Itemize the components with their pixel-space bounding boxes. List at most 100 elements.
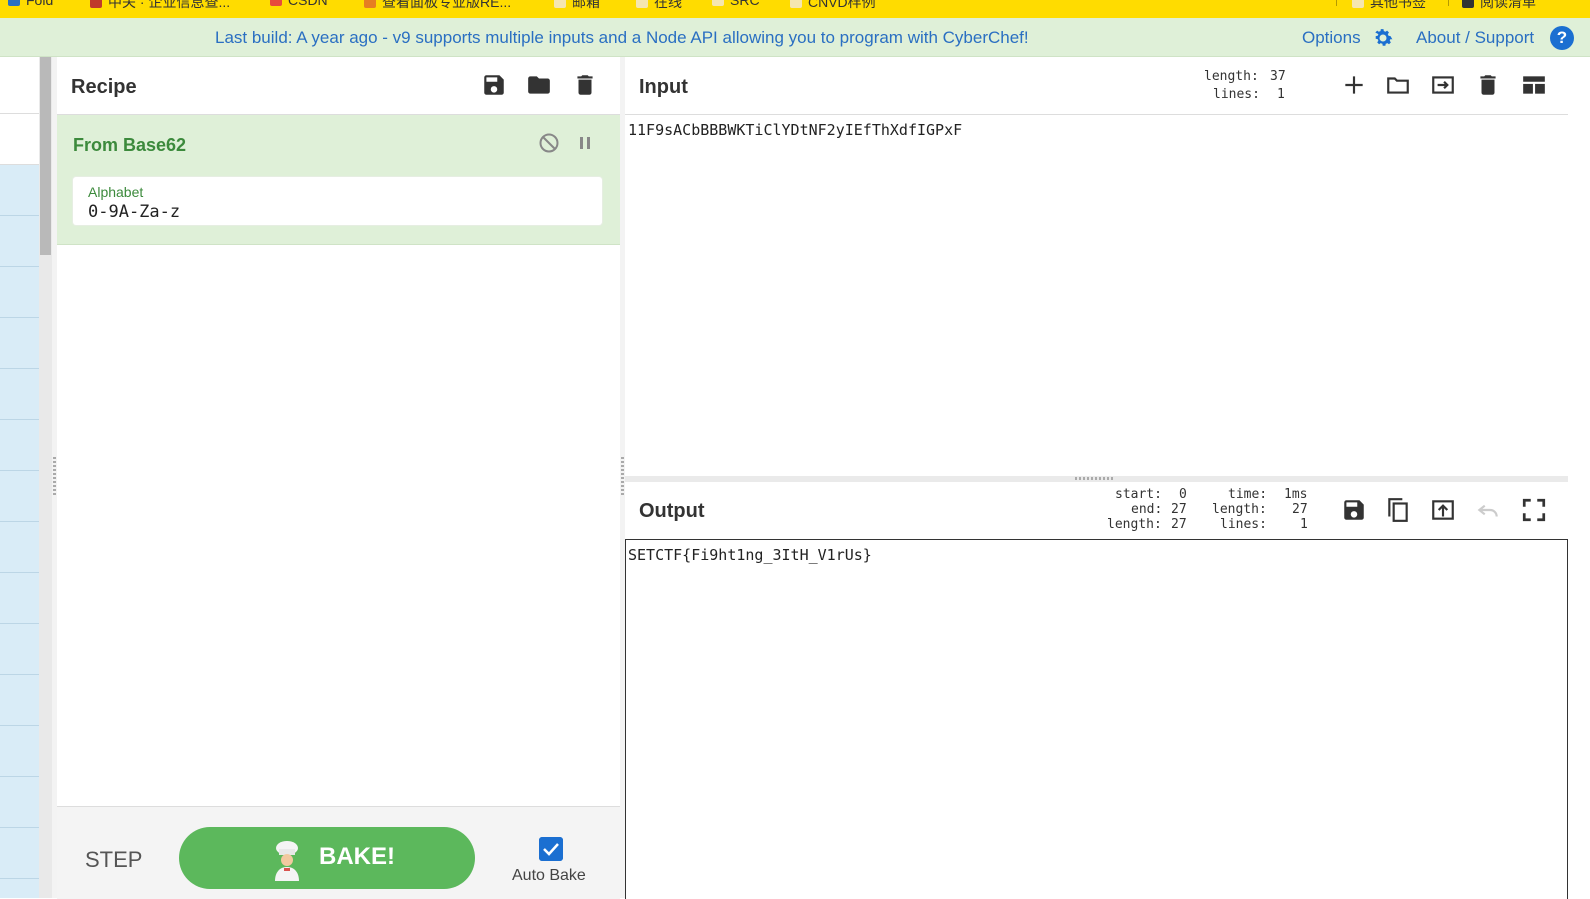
- bake-label: BAKE!: [319, 843, 395, 870]
- operations-scrollbar-thumb[interactable]: [40, 57, 51, 255]
- open-folder-icon[interactable]: [1385, 72, 1411, 98]
- operations-list[interactable]: [0, 165, 39, 898]
- output-end-label: end:: [1131, 502, 1163, 517]
- list-divider: [0, 419, 39, 420]
- clear-input-trash-icon[interactable]: [1475, 72, 1501, 98]
- drag-handle[interactable]: [621, 457, 624, 497]
- list-divider: [0, 215, 39, 216]
- bookmark-item[interactable]: 查看面板专业版RE...: [364, 0, 511, 12]
- copy-output-icon[interactable]: [1385, 497, 1411, 523]
- output-lines-label: lines:: [1220, 517, 1267, 532]
- reset-layout-icon[interactable]: [1521, 72, 1547, 98]
- bookmark-label: 邮箱: [572, 0, 600, 10]
- add-input-tab-plus-icon[interactable]: [1341, 72, 1367, 98]
- input-length-value: 37: [1270, 69, 1286, 84]
- node-api-link[interactable]: Node API: [646, 28, 718, 47]
- bookmark-item[interactable]: 在线: [636, 0, 682, 12]
- open-file-icon[interactable]: [1430, 72, 1456, 98]
- alphabet-input[interactable]: 0-9A-Za-z: [88, 202, 180, 222]
- bookmark-label: 其他书签: [1370, 0, 1426, 10]
- banner-text: Last build: A year ago - v9 supports mul…: [215, 28, 646, 47]
- clear-recipe-trash-icon[interactable]: [572, 72, 598, 98]
- input-panel: Input length: 37 lines: 1 11F9sACbBBBWKT…: [625, 57, 1568, 476]
- input-textarea[interactable]: 11F9sACbBBBWKTiClYDtNF2yIEfThXdfIGPxF: [628, 121, 962, 139]
- list-divider: [0, 725, 39, 726]
- window-edge: [1568, 57, 1590, 898]
- about-support-link[interactable]: About / Support: [1416, 28, 1534, 48]
- replace-input-with-output-icon[interactable]: [1430, 497, 1456, 523]
- save-output-icon[interactable]: [1341, 497, 1367, 523]
- bookmark-label: 中关 · 企业信息查...: [108, 0, 231, 10]
- drag-handle[interactable]: [53, 457, 56, 497]
- bookmark-item[interactable]: 其他书签: [1352, 0, 1426, 12]
- banner-text: allowing you to program with CyberChef!: [717, 28, 1029, 47]
- bookmark-icon: [90, 0, 102, 8]
- folder-icon: [712, 0, 724, 6]
- input-length-label: length:: [1204, 69, 1259, 84]
- output-start-value: 0: [1179, 487, 1187, 502]
- undo-icon[interactable]: [1475, 497, 1501, 523]
- recipe-title: Recipe: [71, 76, 137, 98]
- operation-name: From Base62: [73, 135, 187, 155]
- save-recipe-icon[interactable]: [481, 72, 507, 98]
- output-time-value: 1ms: [1284, 487, 1308, 502]
- recipe-operation[interactable]: From Base62 Alphabet 0-9A-Za-z: [57, 115, 620, 245]
- list-divider: [0, 470, 39, 471]
- notice-banner: Last build: A year ago - v9 supports mul…: [0, 18, 1590, 57]
- chef-icon: [275, 841, 299, 881]
- bookmark-item[interactable]: 中关 · 企业信息查...: [90, 0, 230, 12]
- operations-header: [0, 57, 39, 114]
- list-divider: [0, 827, 39, 828]
- output-textarea[interactable]: SETCTF{Fi9ht1ng_3ItH_V1rUs}: [625, 539, 1568, 899]
- alphabet-label: Alphabet: [88, 184, 144, 200]
- bookmarks-bar: Fold 中关 · 企业信息查... CSDN 查看面板专业版RE... 邮箱 …: [0, 0, 1590, 18]
- operations-search[interactable]: [0, 114, 39, 165]
- help-icon[interactable]: ?: [1550, 26, 1574, 50]
- output-start-label: start:: [1115, 487, 1162, 502]
- disable-icon[interactable]: [537, 131, 561, 155]
- list-divider: [0, 878, 39, 879]
- options-link[interactable]: Options: [1302, 28, 1361, 48]
- folder-icon: [554, 0, 566, 8]
- output-selection-length-label: length:: [1107, 517, 1162, 532]
- bookmark-label: 阅读清单: [1480, 0, 1536, 10]
- output-end-value: 27: [1171, 502, 1187, 517]
- output-selection-length-value: 27: [1171, 517, 1187, 532]
- bookmark-item[interactable]: 阅读清单: [1462, 0, 1536, 12]
- bookmark-label: CSDN: [288, 0, 328, 8]
- breakpoint-pause-icon[interactable]: [575, 133, 595, 153]
- bookmark-item[interactable]: CNVD样例: [790, 0, 876, 12]
- list-divider: [0, 674, 39, 675]
- bookmark-label: CNVD样例: [808, 0, 876, 10]
- bookmark-item[interactable]: 邮箱: [554, 0, 600, 12]
- drag-handle[interactable]: [1075, 477, 1115, 480]
- auto-bake-checkbox[interactable]: [539, 837, 563, 861]
- alphabet-field[interactable]: Alphabet 0-9A-Za-z: [73, 177, 602, 225]
- folder-icon: [790, 0, 802, 8]
- list-divider: [0, 368, 39, 369]
- list-divider: [0, 317, 39, 318]
- bookmark-item[interactable]: CSDN: [270, 0, 328, 8]
- list-divider: [0, 623, 39, 624]
- step-button[interactable]: STEP: [85, 847, 142, 873]
- output-length-label: length:: [1212, 502, 1267, 517]
- output-length-value: 27: [1292, 502, 1308, 517]
- load-recipe-folder-icon[interactable]: [526, 72, 552, 98]
- bookmark-item[interactable]: SRC: [712, 0, 760, 8]
- bookmark-item[interactable]: Fold: [8, 0, 53, 8]
- auto-bake-label: Auto Bake: [512, 867, 586, 884]
- list-divider: [0, 776, 39, 777]
- maximise-output-icon[interactable]: [1521, 497, 1547, 523]
- operations-panel: [0, 57, 39, 898]
- bookmark-icon: [270, 0, 282, 6]
- bookmark-label: SRC: [730, 0, 760, 8]
- gear-icon[interactable]: [1371, 26, 1395, 50]
- output-lines-value: 1: [1300, 517, 1308, 532]
- bookmark-label: Fold: [26, 0, 54, 8]
- list-divider: [0, 521, 39, 522]
- input-lines-label: lines:: [1213, 87, 1260, 102]
- output-header: Output start: 0 end: 27 length: 27 time:…: [625, 482, 1568, 539]
- bookmark-label: 在线: [654, 0, 682, 10]
- bake-button[interactable]: BAKE!: [179, 827, 475, 889]
- list-divider: [0, 266, 39, 267]
